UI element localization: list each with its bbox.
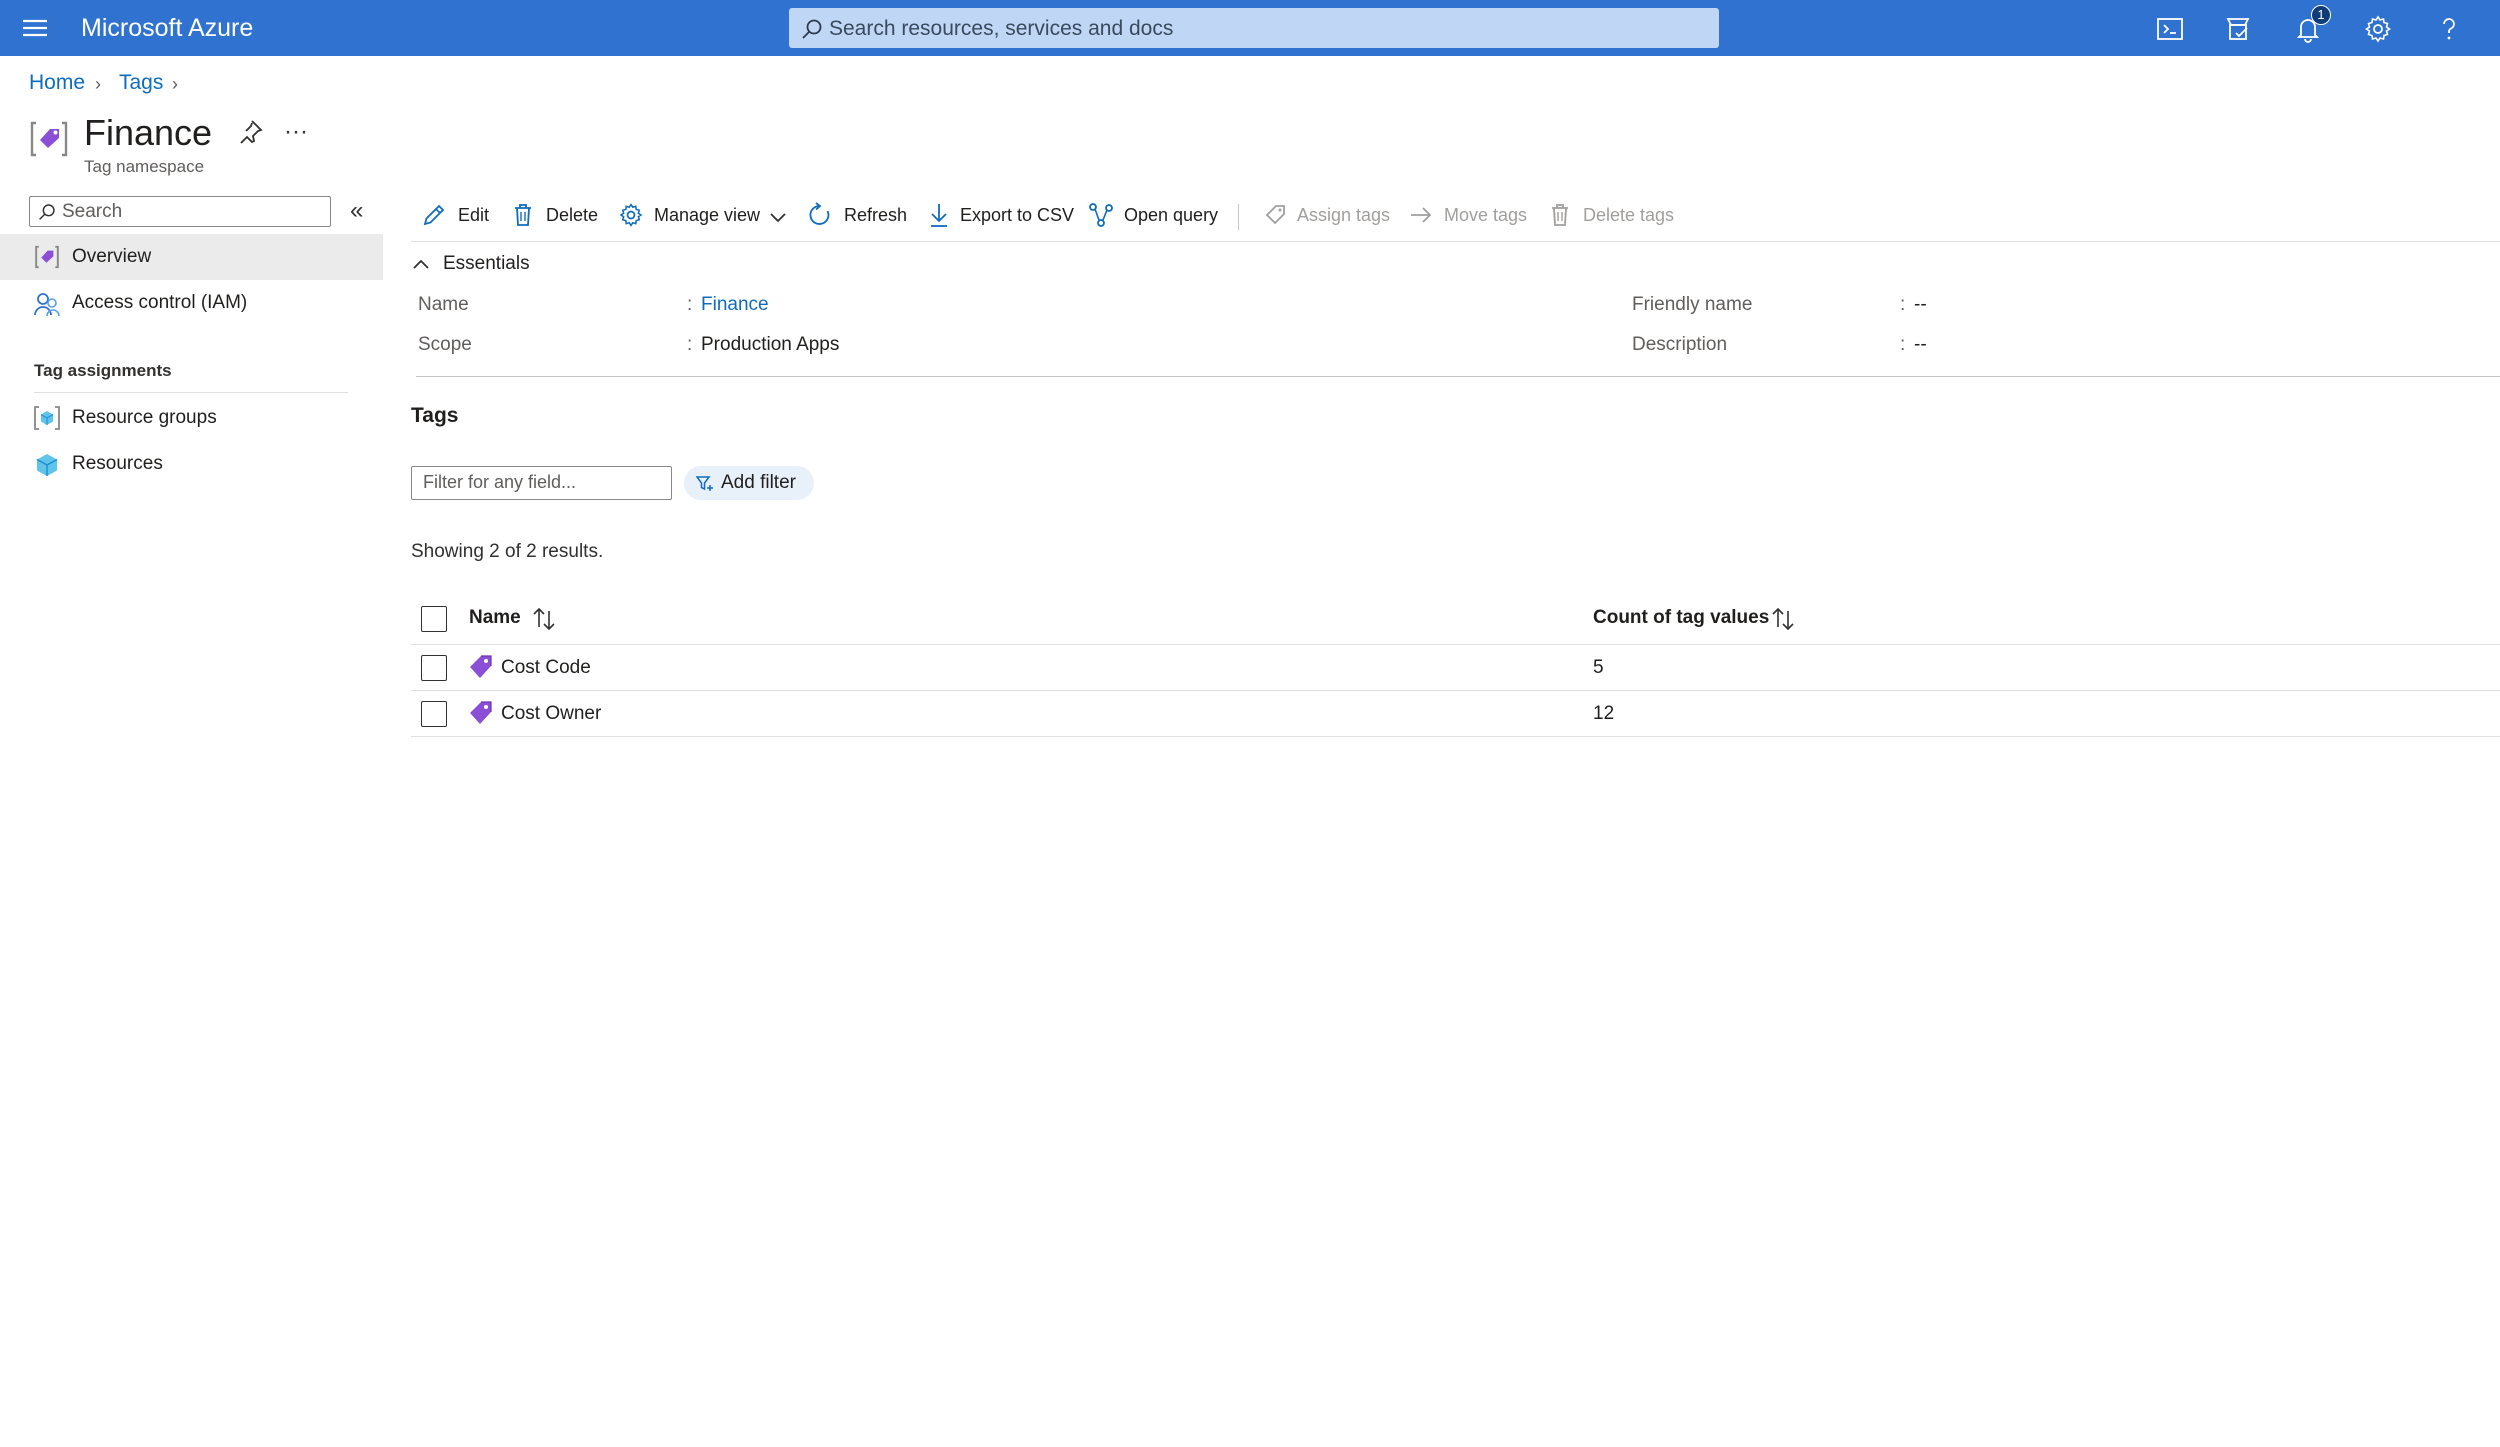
essentials-friendly-value: --	[1914, 294, 1927, 315]
toolbar-divider-line	[411, 241, 2500, 242]
essentials-scope-value: Production Apps	[701, 334, 840, 355]
delete-tags-button[interactable]: Delete tags	[1583, 205, 1674, 226]
tag-icon	[33, 243, 61, 271]
table-row[interactable]	[411, 645, 2500, 691]
row-checkbox[interactable]	[421, 701, 447, 727]
open-query-icon	[1088, 202, 1114, 228]
results-count: Showing 2 of 2 results.	[411, 541, 604, 562]
tag-icon	[468, 654, 494, 680]
colon-separator: :	[1900, 334, 1906, 355]
global-search-placeholder: Search resources, services and docs	[829, 17, 1174, 40]
collapse-nav-icon[interactable]: «	[350, 197, 363, 225]
resources-icon	[33, 451, 61, 479]
help-icon[interactable]	[2434, 14, 2464, 44]
nav-search-placeholder: Search	[62, 201, 123, 222]
nav-divider	[34, 392, 348, 393]
delete-button[interactable]: Delete	[546, 205, 598, 226]
filter-icon	[696, 475, 714, 493]
breadcrumb-chevron-icon: ›	[95, 74, 101, 94]
chevron-down-icon[interactable]	[767, 207, 789, 229]
row-divider	[411, 736, 2500, 737]
nav-iam-label[interactable]: Access control (IAM)	[72, 292, 247, 314]
delete-tags-icon	[1547, 202, 1573, 228]
filter-input[interactable]: Filter for any field...	[411, 466, 672, 500]
tag-name-link[interactable]: Cost Code	[501, 657, 591, 679]
sort-icon[interactable]	[1770, 606, 1796, 632]
nav-resources-label[interactable]: Resources	[72, 453, 163, 475]
edit-button[interactable]: Edit	[458, 205, 489, 226]
breadcrumb-home[interactable]: Home	[29, 71, 85, 95]
chevron-up-icon[interactable]	[410, 254, 432, 276]
assign-tag-icon	[1263, 202, 1289, 228]
delete-icon	[510, 202, 536, 228]
nav-search-input[interactable]: Search	[29, 196, 331, 227]
colon-separator: :	[1900, 294, 1906, 315]
notification-badge: 1	[2311, 5, 2331, 25]
tag-namespace-icon	[27, 117, 71, 161]
tags-heading: Tags	[411, 404, 459, 427]
move-tags-button[interactable]: Move tags	[1444, 205, 1527, 226]
export-csv-button[interactable]: Export to CSV	[960, 205, 1074, 226]
directory-filter-icon[interactable]	[2224, 14, 2254, 44]
tag-icon	[468, 700, 494, 726]
nav-group-label: Tag assignments	[34, 361, 172, 380]
resource-group-icon	[33, 404, 61, 432]
essentials-name-value[interactable]: Finance	[701, 294, 769, 316]
download-icon	[926, 202, 952, 228]
colon-separator: :	[687, 294, 693, 315]
breadcrumb-tags[interactable]: Tags	[119, 71, 163, 95]
toolbar-divider	[1238, 204, 1239, 230]
nav-resource-groups-label[interactable]: Resource groups	[72, 407, 217, 429]
refresh-icon	[807, 202, 833, 228]
nav-overview-label[interactable]: Overview	[72, 246, 151, 268]
tag-value-count: 5	[1593, 657, 1604, 678]
search-icon	[38, 203, 56, 221]
colon-separator: :	[687, 334, 693, 355]
sort-icon[interactable]	[531, 606, 557, 632]
tag-value-count: 12	[1593, 703, 1615, 724]
more-options-icon[interactable]: ···	[284, 118, 308, 146]
add-filter-label: Add filter	[721, 472, 796, 493]
gear-icon	[618, 202, 644, 228]
refresh-button[interactable]: Refresh	[844, 205, 907, 226]
cloud-shell-icon[interactable]	[2155, 14, 2185, 44]
essentials-scope-label: Scope	[418, 334, 472, 355]
essentials-description-value: --	[1914, 334, 1927, 355]
global-search-input[interactable]: Search resources, services and docs	[789, 8, 1719, 48]
open-query-button[interactable]: Open query	[1124, 205, 1218, 226]
page-title: Finance	[84, 112, 213, 153]
add-filter-button[interactable]: Add filter	[684, 466, 814, 500]
row-checkbox[interactable]	[421, 655, 447, 681]
iam-icon	[33, 291, 61, 319]
menu-icon[interactable]	[22, 18, 48, 38]
edit-icon	[421, 202, 447, 228]
filter-placeholder: Filter for any field...	[423, 472, 577, 492]
essentials-name-label: Name	[418, 294, 469, 315]
tag-name-link[interactable]: Cost Owner	[501, 703, 601, 725]
essentials-description-label: Description	[1632, 334, 1728, 355]
essentials-divider	[416, 376, 2500, 377]
arrow-right-icon	[1408, 202, 1434, 228]
column-header-count[interactable]: Count of tag values	[1593, 607, 1769, 629]
page-subtitle: Tag namespace	[84, 157, 205, 176]
manage-view-button[interactable]: Manage view	[654, 205, 760, 226]
app-title[interactable]: Microsoft Azure	[81, 14, 253, 43]
essentials-friendly-label: Friendly name	[1632, 294, 1753, 315]
pin-icon[interactable]	[236, 118, 264, 146]
assign-tags-button[interactable]: Assign tags	[1297, 205, 1390, 226]
search-icon	[801, 18, 823, 40]
select-all-checkbox[interactable]	[421, 606, 447, 632]
settings-icon[interactable]	[2363, 14, 2393, 44]
breadcrumb-chevron-icon: ›	[172, 74, 178, 94]
essentials-title[interactable]: Essentials	[443, 253, 530, 275]
table-row[interactable]	[411, 691, 2500, 737]
column-header-name[interactable]: Name	[469, 607, 521, 629]
